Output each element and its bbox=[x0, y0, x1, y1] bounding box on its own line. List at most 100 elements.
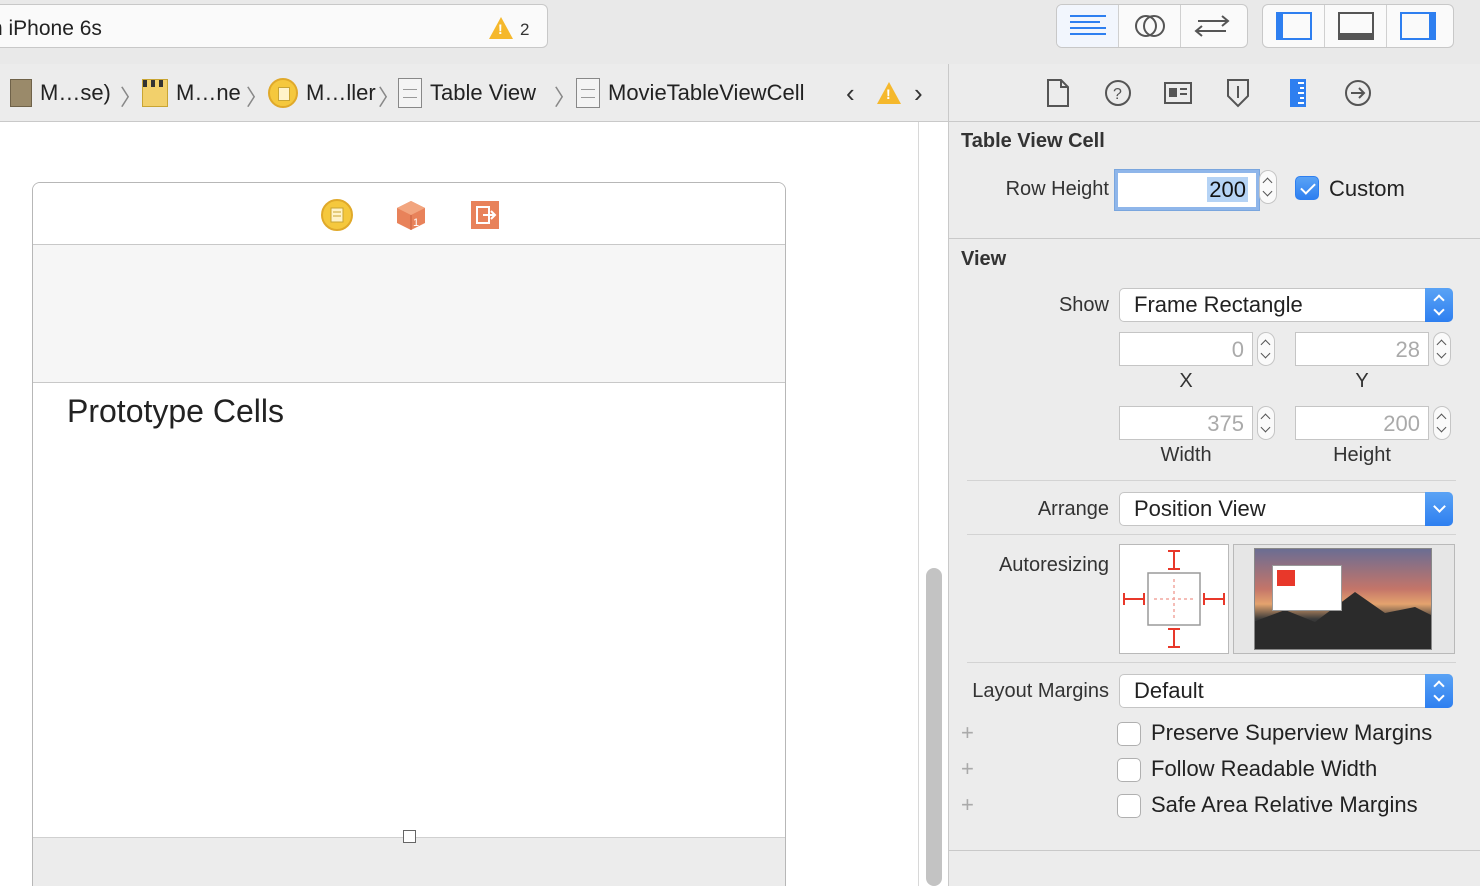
next-issue-icon[interactable]: › bbox=[914, 78, 923, 109]
warning-icon[interactable] bbox=[877, 82, 901, 104]
quick-help-tab[interactable]: ? bbox=[1101, 76, 1135, 110]
follow-readable-width-label: Follow Readable Width bbox=[1151, 756, 1378, 781]
add-variation-icon[interactable]: + bbox=[961, 792, 974, 818]
svg-text:?: ? bbox=[1113, 86, 1122, 103]
autoresizing-mask-editor[interactable] bbox=[1119, 544, 1229, 654]
inspector-tabs: ? bbox=[949, 64, 1480, 122]
view-header: View bbox=[961, 248, 1007, 270]
show-popup[interactable]: Frame Rectangle bbox=[1119, 288, 1453, 322]
x-label: X bbox=[1179, 370, 1193, 392]
divider bbox=[967, 534, 1456, 535]
row-height-label: Row Height bbox=[1005, 178, 1109, 200]
y-label: Y bbox=[1355, 370, 1369, 392]
breadcrumb-item-controller[interactable]: M…ller bbox=[268, 76, 376, 110]
editor-mode-control bbox=[1056, 4, 1248, 48]
width-label: Width bbox=[1160, 444, 1212, 466]
breadcrumb-label: M…ller bbox=[306, 80, 376, 105]
version-editor-button[interactable] bbox=[1181, 5, 1243, 47]
breadcrumb: M…se) 〉 M…ne 〉 M…ller 〉 Table View 〉 Mov… bbox=[0, 64, 948, 122]
autoresizing-label: Autoresizing bbox=[998, 554, 1109, 576]
layout-margins-popup[interactable]: Default bbox=[1119, 674, 1453, 708]
divider bbox=[967, 662, 1456, 663]
canvas-divider bbox=[918, 122, 919, 886]
section-title: Prototype Cells bbox=[67, 393, 284, 429]
arrow-circle-icon bbox=[1345, 80, 1371, 106]
warning-count: 2 bbox=[520, 20, 530, 39]
interface-builder-canvas[interactable]: 1 Prototype Cells bbox=[0, 122, 948, 886]
file-inspector-tab[interactable] bbox=[1041, 76, 1075, 110]
standard-editor-button[interactable] bbox=[1057, 5, 1119, 47]
storyboard-icon bbox=[142, 79, 168, 107]
scene-dock: 1 bbox=[33, 183, 785, 245]
resize-handle[interactable] bbox=[403, 830, 416, 843]
y-stepper[interactable] bbox=[1433, 332, 1451, 366]
row-height-stepper[interactable] bbox=[1259, 170, 1277, 204]
x-stepper[interactable] bbox=[1257, 332, 1275, 366]
breadcrumb-item-storyboard[interactable]: M…ne bbox=[142, 76, 241, 110]
add-variation-icon[interactable]: + bbox=[961, 720, 974, 746]
layout-margins-label: Layout Margins bbox=[972, 680, 1109, 702]
height-label: Height bbox=[1333, 444, 1391, 466]
y-value: 28 bbox=[1395, 337, 1420, 362]
y-field[interactable]: 28 bbox=[1295, 332, 1429, 366]
connections-inspector-tab[interactable] bbox=[1341, 76, 1375, 110]
attributes-inspector-tab[interactable] bbox=[1221, 76, 1255, 110]
arrange-value: Position View bbox=[1134, 496, 1266, 521]
arrange-label: Arrange bbox=[1037, 498, 1109, 520]
table-header-area[interactable] bbox=[33, 245, 785, 383]
scheme-label: n iPhone 6s bbox=[0, 17, 102, 40]
preserve-superview-margins-label: Preserve Superview Margins bbox=[1151, 720, 1433, 745]
arrange-popup[interactable]: Position View bbox=[1119, 492, 1453, 526]
right-panel-icon bbox=[1400, 12, 1436, 40]
show-label: Show bbox=[1058, 294, 1109, 316]
view-controller-icon bbox=[268, 78, 298, 108]
previous-issue-icon[interactable]: ‹ bbox=[846, 78, 855, 109]
venn-icon bbox=[1134, 15, 1165, 37]
height-field[interactable]: 200 bbox=[1295, 406, 1429, 440]
table-view-cell-header: Table View Cell bbox=[961, 130, 1105, 152]
row-height-value: 200 bbox=[1207, 177, 1248, 202]
preserve-superview-margins-checkbox[interactable] bbox=[1117, 722, 1141, 746]
exit-icon[interactable] bbox=[469, 199, 501, 236]
breadcrumb-item-cell[interactable]: MovieTableViewCell bbox=[576, 76, 804, 110]
svg-text:1: 1 bbox=[413, 217, 419, 229]
size-inspector-tab[interactable] bbox=[1281, 76, 1315, 110]
chevron-down-icon bbox=[1425, 492, 1453, 526]
add-variation-icon[interactable]: + bbox=[961, 756, 974, 782]
x-field[interactable]: 0 bbox=[1119, 332, 1253, 366]
autoresizing-preview bbox=[1233, 544, 1455, 654]
safe-area-relative-margins-checkbox[interactable] bbox=[1117, 794, 1141, 818]
breadcrumb-item-table-view[interactable]: Table View bbox=[398, 76, 536, 110]
identity-inspector-tab[interactable] bbox=[1161, 76, 1195, 110]
view-controller-icon[interactable] bbox=[321, 199, 353, 236]
height-stepper[interactable] bbox=[1433, 406, 1451, 440]
width-field[interactable]: 375 bbox=[1119, 406, 1253, 440]
section-divider bbox=[949, 238, 1480, 239]
chevron-right-icon: 〉 bbox=[378, 85, 401, 110]
debug-toggle-button[interactable] bbox=[1325, 5, 1387, 47]
breadcrumb-label: Table View bbox=[430, 80, 536, 105]
navigator-toggle-button[interactable] bbox=[1263, 5, 1325, 47]
show-value: Frame Rectangle bbox=[1134, 292, 1303, 317]
help-icon: ? bbox=[1105, 80, 1131, 106]
row-height-field[interactable]: 200 bbox=[1115, 170, 1259, 210]
assistant-editor-button[interactable] bbox=[1119, 5, 1181, 47]
warning-icon[interactable] bbox=[489, 17, 513, 39]
width-value: 375 bbox=[1207, 411, 1244, 436]
follow-readable-width-checkbox[interactable] bbox=[1117, 758, 1141, 782]
breadcrumb-label: M…se) bbox=[40, 80, 111, 105]
divider bbox=[967, 480, 1456, 481]
breadcrumb-item-file[interactable]: M…se) bbox=[10, 76, 111, 110]
table-cell-footer[interactable] bbox=[33, 837, 785, 886]
custom-label: Custom bbox=[1329, 176, 1405, 201]
vertical-scrollbar[interactable] bbox=[926, 568, 942, 886]
first-responder-icon[interactable]: 1 bbox=[395, 199, 427, 236]
utilities-toggle-button[interactable] bbox=[1387, 5, 1449, 47]
arrows-icon bbox=[1194, 15, 1230, 37]
scheme-selector[interactable]: n iPhone 6s 2 bbox=[0, 4, 548, 48]
custom-checkbox[interactable] bbox=[1295, 176, 1319, 200]
width-stepper[interactable] bbox=[1257, 406, 1275, 440]
file-icon bbox=[1047, 79, 1069, 107]
lines-icon bbox=[1069, 15, 1106, 35]
scene-view[interactable]: 1 Prototype Cells bbox=[32, 182, 786, 886]
